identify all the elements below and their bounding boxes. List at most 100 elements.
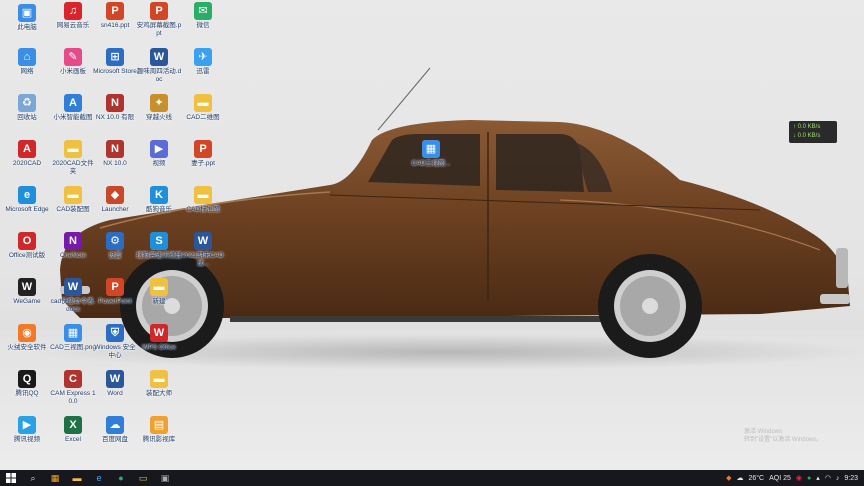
netease-music-icon: ♫	[64, 2, 82, 20]
desktop-shortcut-label: CAD装配图	[56, 206, 90, 213]
desktop-shortcut[interactable]: ⛨ Windows 安全中心	[92, 324, 138, 368]
network-speed-widget[interactable]: ↑ 0.0 KB/s ↓ 0.0 KB/s	[789, 121, 837, 143]
desktop-shortcut-label: sn416.ppt	[100, 22, 130, 29]
recycle-bin-icon: ♻	[18, 94, 36, 112]
desktop-shortcut[interactable]: W WeGame	[4, 278, 50, 322]
explorer-icon: ▭	[138, 472, 148, 483]
desktop-shortcut-label: OneNote	[59, 252, 87, 259]
desktop-shortcut[interactable]: ✦ 穿越火线	[136, 94, 182, 138]
taskbar-app-folder[interactable]: ▬	[69, 471, 85, 485]
taskbar-app-chat[interactable]: ●	[113, 471, 129, 485]
desktop-shortcut[interactable]: ◉ 火绒安全软件	[4, 324, 50, 368]
taskbar-app-generic[interactable]: ▣	[157, 471, 173, 485]
taskbar: ⌕ ▦ ▬ e ● ▭ ▣ ◆ ☁ 26°C AQI 25 ◉ ● ▴ ◠ ♪ …	[0, 470, 864, 486]
tray-overflow-icon[interactable]: ▴	[816, 474, 820, 482]
desktop-shortcut[interactable]: ◆ Launcher	[92, 186, 138, 230]
desktop-shortcut[interactable]: ▬ 新建	[136, 278, 182, 322]
clock[interactable]: 9:23	[844, 475, 858, 482]
desktop-shortcut[interactable]: ▦ CAD三视图.png	[50, 324, 96, 368]
desktop-shortcut[interactable]: e Microsoft Edge	[4, 186, 50, 230]
desktop-shortcut[interactable]: N NX 10.0 有限	[92, 94, 138, 138]
desktop-shortcut-label: 2020CAD文件夹	[52, 160, 94, 175]
desktop-shortcut[interactable]: ▶ 视频	[136, 140, 182, 184]
desktop-shortcut[interactable]: ▤ 腾讯影视库	[136, 416, 182, 460]
desktop-shortcut-label: 百度网盘	[102, 436, 128, 443]
desktop-shortcut[interactable]: ✈ 迅雷	[180, 48, 226, 92]
desktop-shortcut[interactable]: X Excel	[50, 416, 96, 460]
desktop-shortcut[interactable]: Psn416.ppt	[92, 2, 138, 46]
desktop-shortcut[interactable]: K 酷狗音乐	[136, 186, 182, 230]
excel-icon: X	[64, 416, 82, 434]
tray-app-icon[interactable]: ◆	[726, 474, 731, 482]
app-icon: ◆	[106, 186, 124, 204]
desktop-shortcut[interactable]: ⚙ 设置	[92, 232, 138, 276]
desktop-shortcut[interactable]: W 趣味周四活动.doc	[136, 48, 182, 92]
video-icon: ▶	[150, 140, 168, 158]
desktop-shortcut[interactable]: ✎ 小米画板	[50, 48, 96, 92]
desktop-shortcut[interactable]: P PowerPoint	[92, 278, 138, 322]
desktop-shortcut-label: CAD三视图.png	[50, 344, 96, 351]
desktop-shortcut-label: 小米画板	[60, 68, 86, 75]
desktop-shortcut[interactable]: N NX 10.0	[92, 140, 138, 184]
desktop-shortcut[interactable]: ⊞ Microsoft Store	[92, 48, 138, 92]
desktop-shortcut[interactable]: ✉ 微信	[180, 2, 226, 46]
taskbar-app-edge[interactable]: e	[91, 471, 107, 485]
windows-start-icon	[6, 473, 16, 483]
desktop-shortcut-label: 回收站	[17, 114, 37, 121]
desktop-shortcut-label: PowerPoint	[98, 298, 132, 305]
desktop-shortcut-label: 腾讯QQ	[15, 390, 39, 397]
desktop-shortcut-label: Windows 安全中心	[94, 344, 136, 359]
desktop-shortcut[interactable]: W 2021期末CAD试...	[180, 232, 226, 276]
weather-icon[interactable]: ☁	[736, 474, 743, 482]
desktop-shortcut[interactable]: ☁ 百度网盘	[92, 416, 138, 460]
desktop-shortcut-label: 微信	[196, 22, 210, 29]
desktop-shortcut[interactable]: ▬ 2020CAD文件夹	[50, 140, 96, 184]
desktop-shortcut[interactable]: ♻ 回收站	[4, 94, 50, 138]
desktop-shortcut[interactable]: Q 腾讯QQ	[4, 370, 50, 414]
desktop-shortcut[interactable]: ▬ CAD二维图	[180, 94, 226, 138]
activation-title: 激活 Windows	[744, 429, 783, 435]
folder-icon: ▬	[64, 186, 82, 204]
desktop-shortcut[interactable]: W Word	[92, 370, 138, 414]
desktop-shortcut[interactable]: Wcad快捷命令表.docx	[50, 278, 96, 322]
tray-app-icon[interactable]: ●	[807, 475, 811, 482]
desktop-shortcut-label: 网络	[20, 68, 34, 75]
desktop-shortcut[interactable]: P 安鸡屏幕截图.ppt	[136, 2, 182, 46]
desktop-shortcut[interactable]: ♫ 网易云音乐	[50, 2, 96, 46]
desktop-shortcut[interactable]: C CAM Express 10.0	[50, 370, 96, 414]
volume-icon[interactable]: ♪	[836, 475, 840, 482]
download-speed: ↓ 0.0 KB/s	[793, 133, 821, 139]
folder-icon: ▬	[64, 140, 82, 158]
desktop-shortcut[interactable]: O Office测试版	[4, 232, 50, 276]
xunlei-icon: ✈	[194, 48, 212, 66]
wifi-icon[interactable]: ◠	[825, 474, 831, 482]
desktop-shortcut[interactable]: N OneNote	[50, 232, 96, 276]
desktop-shortcut[interactable]: ⌂ 网络	[4, 48, 50, 92]
taskbar-app-browser[interactable]: ▦	[47, 471, 63, 485]
desktop-shortcut[interactable]: W WPS Office	[136, 324, 182, 368]
desktop-shortcut-label: 装配大师	[146, 390, 172, 397]
word-doc-icon: W	[194, 232, 212, 250]
desktop-shortcut[interactable]: ▬ 装配大师	[136, 370, 182, 414]
ppt-file-icon: P	[194, 140, 212, 158]
desktop-shortcut[interactable]: ▬ CAD标准图	[180, 186, 226, 230]
desktop-shortcut-label: 新建	[152, 298, 166, 305]
desktop-shortcut[interactable]: A 小米智能截图	[50, 94, 96, 138]
desktop-shortcut-label: 视频	[152, 160, 166, 167]
air-quality[interactable]: AQI 25	[769, 475, 791, 482]
desktop-shortcut[interactable]: P 妻子.ppt	[180, 140, 226, 184]
desktop-shortcut[interactable]: S 搜狗高速浏览器	[136, 232, 182, 276]
desktop-shortcut[interactable]: ▬ CAD装配图	[50, 186, 96, 230]
desktop-shortcut[interactable]: ▣ 此电脑	[4, 4, 50, 48]
folder-icon: ▬	[194, 94, 212, 112]
folder-icon: ▬	[72, 473, 82, 483]
desktop-shortcut[interactable]: A 2020CAD	[4, 140, 50, 184]
word-icon: W	[106, 370, 124, 388]
start-button[interactable]	[3, 471, 19, 485]
taskbar-app-explorer[interactable]: ▭	[135, 471, 151, 485]
desktop-shortcut[interactable]: ▶ 腾讯视频	[4, 416, 50, 460]
weather-temperature[interactable]: 26°C	[748, 475, 764, 482]
taskbar-search-button[interactable]: ⌕	[25, 471, 41, 485]
tray-app-icon[interactable]: ◉	[796, 474, 802, 482]
dragged-desktop-icon[interactable]: ▦ CAD三视图...	[408, 140, 454, 184]
